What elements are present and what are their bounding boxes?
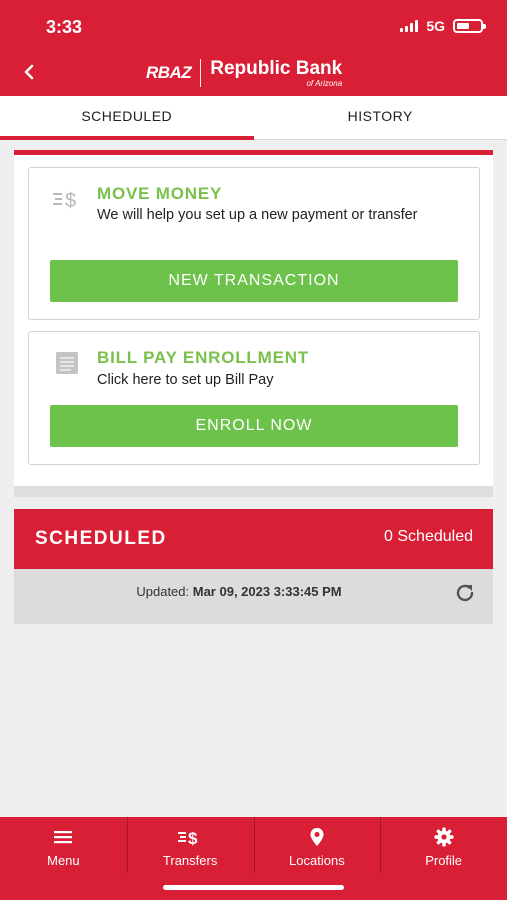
nav-transfers-label: Transfers bbox=[162, 853, 218, 868]
svg-text:$: $ bbox=[188, 829, 198, 847]
home-indicator[interactable] bbox=[163, 885, 344, 890]
updated-label: Updated: bbox=[136, 584, 190, 599]
updated-timestamp: Mar 09, 2023 3:33:45 PM bbox=[192, 584, 342, 599]
tab-history[interactable]: HISTORY bbox=[254, 96, 507, 139]
updated-bar: Updated: Mar 09, 2023 3:33:45 PM bbox=[14, 569, 493, 624]
bank-logo: RBAZ Republic Bank of Arizona bbox=[146, 56, 342, 90]
bank-subname: of Arizona bbox=[306, 78, 343, 88]
status-icons: 5G bbox=[400, 18, 486, 34]
document-icon bbox=[56, 352, 78, 374]
logo-divider bbox=[200, 59, 202, 87]
back-button[interactable] bbox=[18, 60, 40, 84]
network-label: 5G bbox=[426, 18, 445, 34]
bank-name: Republic Bank bbox=[210, 57, 343, 79]
move-money-description: We will help you set up a new payment or… bbox=[97, 207, 418, 223]
new-transaction-button[interactable]: NEW TRANSACTION bbox=[50, 260, 458, 302]
panel-footer bbox=[14, 486, 493, 497]
logo-name: Republic Bank of Arizona bbox=[210, 57, 343, 88]
nav-locations-label: Locations bbox=[289, 853, 345, 868]
scheduled-count: 0 Scheduled bbox=[384, 528, 473, 545]
nav-menu-label: Menu bbox=[47, 853, 80, 868]
transfer-dollar-icon: $ bbox=[53, 190, 76, 212]
location-pin-icon bbox=[310, 828, 324, 846]
nav-profile[interactable]: Profile bbox=[380, 817, 507, 900]
move-money-title: MOVE MONEY bbox=[97, 184, 223, 203]
enroll-now-button[interactable]: ENROLL NOW bbox=[50, 405, 458, 447]
move-money-card[interactable]: $ MOVE MONEY We will help you set up a n… bbox=[28, 167, 480, 320]
transfer-dollar-icon: $ bbox=[178, 829, 198, 847]
bill-pay-card[interactable]: BILL PAY ENROLLMENT Click here to set up… bbox=[28, 331, 480, 465]
tab-bar: SCHEDULED HISTORY bbox=[0, 96, 507, 140]
scheduled-header: SCHEDULED 0 Scheduled bbox=[14, 509, 493, 569]
refresh-icon[interactable] bbox=[453, 581, 477, 605]
nav-profile-label: Profile bbox=[425, 853, 463, 868]
battery-icon bbox=[453, 19, 486, 33]
app-header: 3:33 5G RBAZ Republic Bank of Arizona bbox=[0, 0, 507, 96]
status-time: 3:33 bbox=[46, 17, 83, 37]
svg-text:$: $ bbox=[65, 190, 76, 212]
signal-icon bbox=[400, 20, 419, 32]
updated-text: Updated: Mar 09, 2023 3:33:45 PM bbox=[14, 584, 464, 599]
actions-panel: $ MOVE MONEY We will help you set up a n… bbox=[14, 150, 493, 497]
scheduled-title: SCHEDULED bbox=[35, 528, 167, 549]
chevron-left-icon bbox=[24, 64, 34, 80]
tab-scheduled[interactable]: SCHEDULED bbox=[0, 96, 254, 140]
nav-menu[interactable]: Menu bbox=[0, 817, 127, 900]
logo-mark: RBAZ bbox=[146, 63, 192, 82]
hamburger-icon bbox=[54, 831, 73, 844]
bill-pay-description: Click here to set up Bill Pay bbox=[97, 372, 274, 388]
bill-pay-title: BILL PAY ENROLLMENT bbox=[97, 348, 309, 367]
gear-icon bbox=[434, 827, 454, 847]
